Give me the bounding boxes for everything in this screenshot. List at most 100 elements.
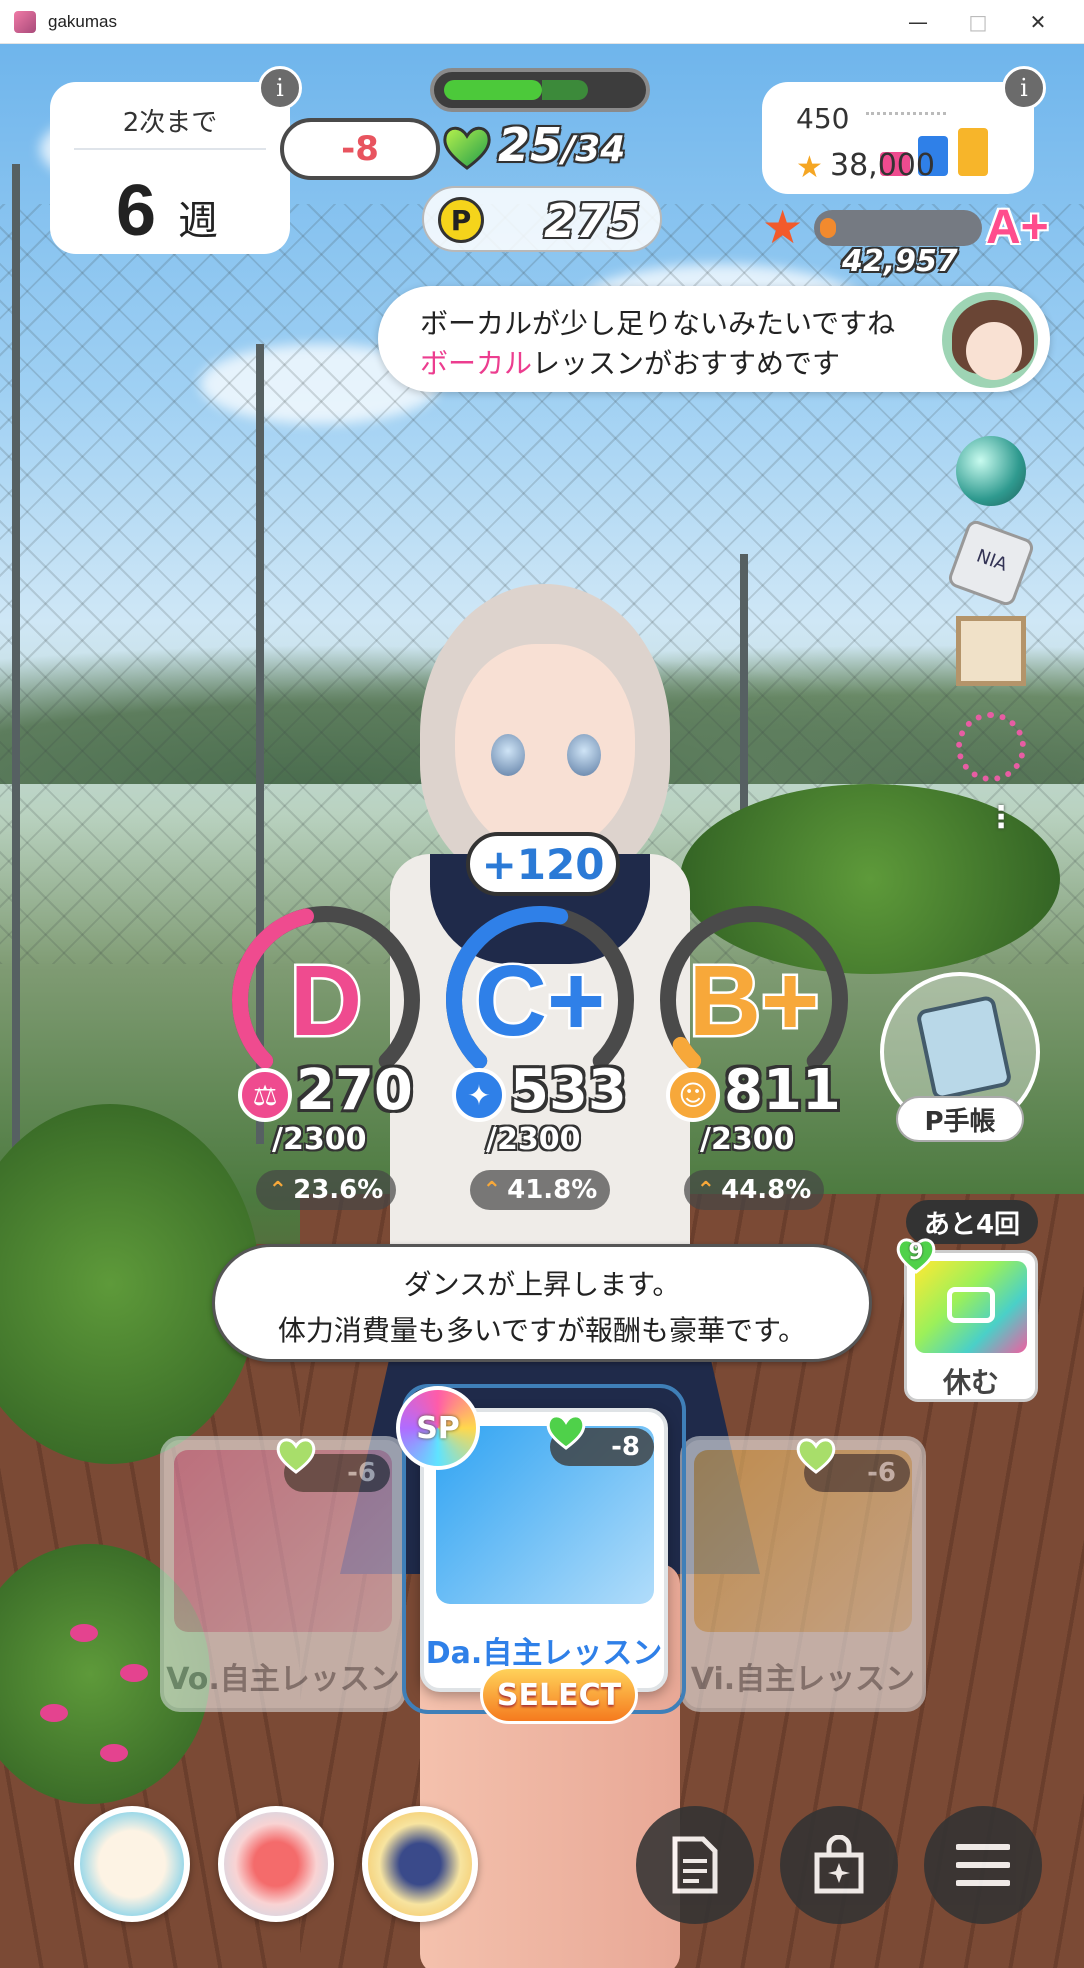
microphone-icon: ⚖	[238, 1068, 292, 1122]
vocal-lesson-card[interactable]: -6 Vo.自主レッスン	[160, 1436, 406, 1712]
visual-bonus-percent: ⌃ 44.8%	[684, 1170, 824, 1210]
rest-image	[915, 1261, 1027, 1353]
percent-value: 41.8%	[507, 1175, 598, 1205]
orb-item[interactable]	[956, 436, 1026, 506]
game-window: gakumas — □ ✕ 2次まで 6 週 i -8 25/34 P 275 …	[0, 0, 1084, 1968]
select-button[interactable]: SELECT	[480, 1666, 638, 1724]
character-eye	[567, 734, 601, 776]
p-coin-icon: P	[438, 197, 484, 243]
heart-icon	[276, 1436, 316, 1474]
description-line-1: ダンスが上昇します。	[403, 1268, 681, 1301]
up-arrow-icon: ⌃	[482, 1177, 502, 1203]
score-fill	[820, 218, 836, 238]
dance-bonus-percent: ⌃ 41.8%	[470, 1170, 610, 1210]
vocal-value: 270	[296, 1058, 413, 1123]
advisor-avatar[interactable]	[938, 288, 1042, 392]
rest-heart-icon: 9	[896, 1236, 936, 1274]
heart-icon	[546, 1412, 586, 1450]
stat-gain-bubble: +120	[466, 832, 620, 896]
visual-value: 811	[724, 1058, 841, 1123]
visual-lesson-card[interactable]: -6 Vi.自主レッスン	[680, 1436, 926, 1712]
minimize-icon[interactable]: —	[888, 0, 948, 44]
flower	[70, 1624, 98, 1642]
memo-icon	[672, 1836, 718, 1894]
character-eye	[491, 734, 525, 776]
description-line-2: 体力消費量も多いですが報酬も豪華です。	[277, 1314, 807, 1347]
hamburger-menu-icon	[956, 1844, 1010, 1886]
sofa-icon	[947, 1287, 995, 1323]
advice-highlight: ボーカル	[420, 347, 533, 380]
lesson-description: ダンスが上昇します。 体力消費量も多いですが報酬も豪華です。	[212, 1244, 872, 1362]
percent-value: 23.6%	[293, 1175, 384, 1205]
energy-drink-item[interactable]	[362, 1806, 478, 1922]
character-face	[455, 644, 635, 854]
divider	[74, 148, 266, 150]
shop-button[interactable]	[780, 1806, 898, 1924]
stamina-max: 34	[575, 129, 626, 170]
more-icon[interactable]: ⋮	[986, 800, 1016, 835]
heart-icon	[796, 1436, 836, 1474]
p-notebook-label: P手帳	[896, 1096, 1024, 1142]
vocal-max: /2300	[272, 1122, 367, 1157]
up-arrow-icon: ⌃	[268, 1177, 288, 1203]
fence-post	[12, 164, 20, 1264]
visual-face-icon: ☺	[666, 1068, 720, 1122]
stamina-cost-bubble: -8	[280, 118, 440, 180]
memo-button[interactable]	[636, 1806, 754, 1924]
advice-line-2: ボーカルレッスンがおすすめです	[420, 342, 840, 382]
lesson-label: Vi.自主レッスン	[690, 1662, 916, 1697]
up-arrow-icon: ⌃	[696, 1177, 716, 1203]
title-bar: gakumas — □ ✕	[0, 0, 1084, 44]
rest-label: 休む	[942, 1366, 999, 1399]
vocal-grade: D	[287, 943, 364, 1060]
dance-grade: C+	[472, 943, 608, 1060]
notebook-icon	[915, 994, 1013, 1102]
vocal-bonus-percent: ⌃ 23.6%	[256, 1170, 396, 1210]
rank-star-icon: ★	[762, 200, 804, 254]
stamina-bar	[430, 68, 650, 112]
drink-cup-item[interactable]	[74, 1806, 190, 1922]
sp-badge: SP	[396, 1386, 480, 1470]
weeks-unit: 週	[178, 198, 218, 244]
score-progress	[814, 210, 982, 246]
star-icon: ★	[796, 150, 823, 185]
advice-line-2-rest: レッスンがおすすめです	[532, 347, 841, 380]
rank-bar-visual	[958, 128, 988, 176]
star-charm-item[interactable]	[956, 712, 1026, 782]
main-menu-button[interactable]	[924, 1806, 1042, 1924]
stamina-heart-icon	[443, 126, 491, 170]
visual-grade: B+	[686, 943, 822, 1060]
rank-info-icon[interactable]: i	[1002, 66, 1046, 110]
dance-value: 533	[510, 1058, 627, 1123]
stamina-fill	[444, 80, 542, 100]
stamina-current: 25	[498, 118, 563, 172]
stamina-readout: 25/34	[498, 118, 625, 172]
rank-current: 450	[796, 102, 850, 135]
flower	[100, 1744, 128, 1762]
dance-shoe-icon: ✦	[452, 1068, 506, 1122]
lesson-label: Vo.自主レッスン	[166, 1662, 400, 1697]
advice-line-1: ボーカルが少し足りないみたいですね	[420, 307, 896, 340]
exam-label: 2次まで	[122, 108, 218, 138]
stamina-cost-preview	[542, 80, 589, 100]
exam-info-icon[interactable]: i	[258, 66, 302, 110]
visual-max: /2300	[700, 1122, 795, 1157]
close-icon[interactable]: ✕	[1008, 0, 1068, 44]
weeks-remaining: 6	[116, 171, 157, 251]
dance-max: /2300	[486, 1122, 581, 1157]
juice-bottle-item[interactable]	[218, 1806, 334, 1922]
exam-countdown-panel: 2次まで 6 週	[50, 82, 290, 254]
target-grade: A+	[986, 201, 1049, 254]
photo-frame-item[interactable]	[956, 616, 1026, 686]
rank-panel: 450 ★ 38,000	[762, 82, 1034, 194]
flower	[120, 1664, 148, 1682]
rank-target: 38,000	[830, 148, 935, 183]
avatar-face	[966, 322, 1022, 380]
maximize-icon[interactable]: □	[948, 0, 1008, 44]
stamina-slash: /	[562, 129, 576, 170]
rank-dots	[866, 112, 946, 115]
percent-value: 44.8%	[721, 1175, 812, 1205]
rest-heart-value: 9	[908, 1240, 924, 1265]
window-title: gakumas	[48, 11, 117, 31]
producer-points: P 275	[422, 186, 662, 252]
